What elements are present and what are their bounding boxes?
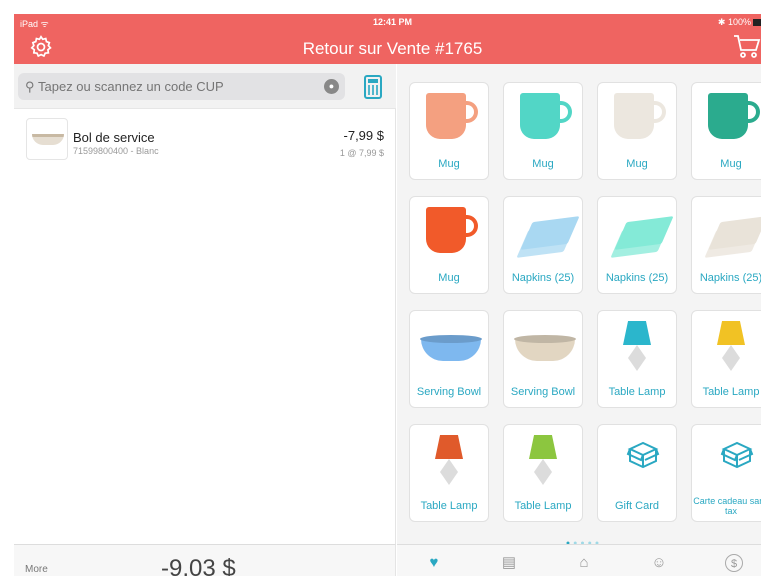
lamp-icon bbox=[512, 433, 574, 489]
product-tile[interactable]: Mug bbox=[409, 82, 489, 180]
more-button[interactable]: More bbox=[25, 564, 48, 575]
lamp-icon bbox=[606, 319, 668, 375]
product-tile[interactable]: Napkins (25) bbox=[503, 196, 583, 294]
search-input[interactable] bbox=[38, 76, 318, 97]
calculator-screen bbox=[368, 79, 378, 83]
search-icon: ⚲ bbox=[25, 79, 35, 94]
sale-panel: ⚲ ● Bol de service 71599800400 - Blanc -… bbox=[14, 64, 396, 544]
product-tile[interactable]: Serving Bowl bbox=[503, 310, 583, 408]
clients-icon: ☺ bbox=[651, 554, 667, 571]
product-tile-label: Gift Card bbox=[614, 500, 659, 512]
product-tile[interactable]: Mug bbox=[409, 196, 489, 294]
favorites-grid: Mug Mug Mug Mug Mug Napkins (25) Napkins (25) N… bbox=[397, 64, 767, 547]
product-tile-label: Napkins (25) bbox=[699, 272, 763, 284]
heart-icon: ♥ bbox=[429, 554, 439, 571]
calculator-icon[interactable] bbox=[364, 75, 382, 99]
mug-icon bbox=[418, 205, 480, 261]
bowl-icon bbox=[512, 319, 576, 375]
inventory-icon: ⌂ bbox=[579, 554, 589, 571]
product-tile-label: Mug bbox=[438, 272, 460, 284]
status-bar: iPad ᯤ 12:41 PM ✱ 100% bbox=[14, 14, 761, 30]
product-tile-label: Napkins (25) bbox=[511, 272, 575, 284]
clock: 12:41 PM bbox=[372, 17, 413, 27]
mug-icon bbox=[700, 91, 761, 147]
product-tile-label: Table Lamp bbox=[702, 386, 760, 398]
lamp-icon bbox=[700, 319, 761, 375]
tab-favoris[interactable]: ♥Favoris bbox=[397, 545, 472, 576]
product-tile[interactable]: Mug bbox=[691, 82, 761, 180]
search-bar: ⚲ ● bbox=[14, 64, 396, 109]
product-tile-label: Table Lamp bbox=[514, 500, 572, 512]
tab-transactions[interactable]: $Transactions bbox=[697, 545, 761, 576]
product-tile-label: Serving Bowl bbox=[510, 386, 576, 398]
product-tile[interactable]: Carte cadeau sans tax bbox=[691, 424, 767, 522]
product-tile-label: Mug bbox=[626, 158, 648, 170]
product-thumbnail bbox=[26, 118, 68, 160]
search-field[interactable]: ⚲ ● bbox=[18, 73, 345, 100]
battery-status: ✱ 100% bbox=[718, 17, 761, 28]
bowl-icon bbox=[32, 134, 64, 145]
mug-icon bbox=[512, 91, 574, 147]
product-tile[interactable]: Napkins (25) bbox=[597, 196, 677, 294]
product-tile[interactable]: Gift Card bbox=[597, 424, 677, 522]
top-bar: iPad ᯤ 12:41 PM ✱ 100% Retour sur Vente … bbox=[14, 14, 761, 64]
cart-icon[interactable] bbox=[733, 33, 761, 59]
product-tile-label: Carte cadeau sans tax bbox=[693, 496, 767, 516]
tab-clients[interactable]: ☺Clients bbox=[622, 545, 697, 576]
bottom-tab-bar: ♥Favoris▤Cartes-Cadeaux⌂Inventaire☺Clien… bbox=[397, 544, 761, 576]
product-tile-label: Mug bbox=[438, 158, 460, 170]
product-tile[interactable]: Table Lamp bbox=[503, 424, 583, 522]
product-tile[interactable]: Napkins (25) bbox=[691, 196, 763, 294]
app-frame: iPad ᯤ 12:41 PM ✱ 100% Retour sur Vente … bbox=[0, 0, 767, 582]
tab-inventaire[interactable]: ⌂Inventaire bbox=[547, 545, 622, 576]
scan-clear-icon[interactable]: ● bbox=[324, 79, 339, 94]
gift-box-icon bbox=[706, 431, 754, 469]
product-tile-label: Mug bbox=[532, 158, 554, 170]
product-tile[interactable]: Table Lamp bbox=[691, 310, 761, 408]
product-tile-label: Serving Bowl bbox=[416, 386, 482, 398]
napkin-icon bbox=[512, 205, 580, 261]
napkin-icon bbox=[700, 205, 761, 261]
product-tile-label: Mug bbox=[720, 158, 742, 170]
line-item-sku: 71599800400 - Blanc bbox=[73, 146, 159, 156]
page-title: Retour sur Vente #1765 bbox=[302, 39, 483, 58]
tab-cartes-cadeaux[interactable]: ▤Cartes-Cadeaux bbox=[472, 545, 547, 576]
sale-total: -9,03 $ bbox=[161, 555, 236, 582]
app-window: iPad ᯤ 12:41 PM ✱ 100% Retour sur Vente … bbox=[14, 14, 767, 582]
product-tile[interactable]: Serving Bowl bbox=[409, 310, 489, 408]
transactions-icon: $ bbox=[725, 554, 743, 572]
line-item-price: -7,99 $ bbox=[343, 128, 384, 143]
calculator-keys bbox=[368, 85, 378, 95]
mug-icon bbox=[606, 91, 668, 147]
cart-line-item[interactable]: Bol de service 71599800400 - Blanc -7,99… bbox=[14, 116, 396, 166]
product-tile[interactable]: Mug bbox=[503, 82, 583, 180]
lamp-icon bbox=[418, 433, 480, 489]
gift-card-icon: ▤ bbox=[501, 554, 517, 571]
mug-icon bbox=[418, 91, 480, 147]
product-tile-label: Table Lamp bbox=[608, 386, 666, 398]
napkin-icon bbox=[606, 205, 674, 261]
product-tile-label: Napkins (25) bbox=[605, 272, 669, 284]
product-tile[interactable]: Mug bbox=[597, 82, 677, 180]
bowl-icon bbox=[418, 319, 482, 375]
product-tile[interactable]: Table Lamp bbox=[597, 310, 677, 408]
gift-box-icon bbox=[612, 431, 660, 469]
line-item-name: Bol de service bbox=[73, 130, 155, 145]
totals-bar: More -9,03 $ bbox=[14, 544, 396, 582]
battery-icon bbox=[753, 19, 761, 26]
product-tile[interactable]: Table Lamp bbox=[409, 424, 489, 522]
line-item-unit-price: 1 @ 7,99 $ bbox=[339, 148, 384, 158]
product-tile-label: Table Lamp bbox=[420, 500, 478, 512]
